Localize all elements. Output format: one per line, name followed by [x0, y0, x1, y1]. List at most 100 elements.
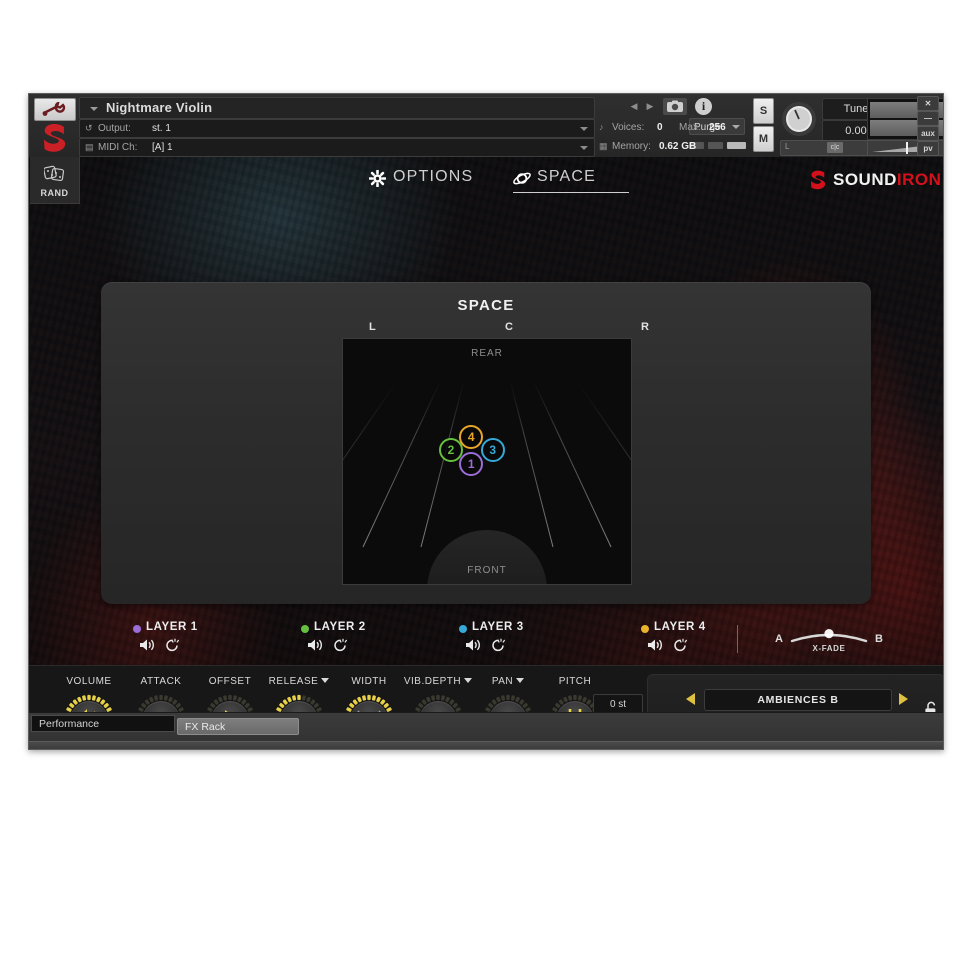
voices-value: 0 [657, 122, 663, 133]
close-icon[interactable]: ✕ [917, 96, 939, 111]
chevron-down-icon[interactable] [516, 678, 525, 683]
knob-label-text: WIDTH [351, 676, 387, 687]
layer-color-dot [133, 625, 141, 633]
midi-channel-field[interactable]: ▤ MIDI Ch: [A] 1 [79, 138, 595, 157]
prev-instrument-button[interactable]: ◀ [627, 99, 641, 114]
minimize-icon[interactable]: — [917, 111, 939, 126]
knob-glyph-attack-ramp-icon [133, 692, 189, 712]
next-bank-arrow-icon[interactable] [899, 693, 908, 705]
voices-icon: ♪ [599, 122, 604, 132]
prev-bank-arrow-icon[interactable] [686, 693, 695, 705]
max-label: Max: [679, 122, 701, 133]
memory-label: Memory: [612, 141, 651, 152]
window-controls: ✕ — aux pv [917, 96, 941, 156]
layer-label: LAYER 3 [472, 621, 524, 633]
layer-item-1[interactable]: LAYER 1 [133, 621, 313, 663]
layer-strip: LAYER 1 LAYER 2 LAYER 3 LAYER 4 A B X-FADE [29, 617, 943, 665]
layer-mute-icon[interactable] [139, 638, 157, 657]
active-tab-underline [513, 192, 629, 193]
knob-glyph-offset-play-icon [225, 710, 228, 712]
ambiences-panel: AMBIENCES B AMBIENCE 21 LAYER A NON [647, 674, 943, 712]
output-field[interactable]: ↺ Output: st. 1 [79, 119, 595, 138]
layer-item-2[interactable]: LAYER 2 [301, 621, 481, 663]
knob-label-text: ATTACK [140, 676, 182, 687]
top-nav-bar: RAND OPTIONS SPACE SOUNDIRON [29, 157, 943, 207]
tab-options-label: OPTIONS [393, 168, 474, 185]
chevron-down-icon[interactable] [90, 107, 98, 111]
pitch-value-display[interactable]: 0 st 0 ct [593, 694, 643, 712]
knob-offset[interactable] [202, 692, 258, 712]
xfade-label: X-FADE [812, 644, 846, 653]
knob-attack[interactable] [133, 692, 189, 712]
layer-icons [465, 638, 508, 657]
info-icon[interactable]: i [695, 98, 712, 115]
ambience-bank-row: AMBIENCES B [686, 689, 908, 711]
layer-purge-icon[interactable] [332, 638, 350, 657]
layer-mute-icon[interactable] [307, 638, 325, 657]
output-label: Output: [98, 123, 131, 134]
instrument-volume-knob[interactable] [780, 100, 818, 138]
xfade-curve[interactable] [790, 629, 868, 645]
midi-label: MIDI Ch: [98, 142, 138, 153]
mute-button[interactable]: M [753, 126, 774, 152]
next-instrument-button[interactable]: ▶ [643, 99, 657, 114]
knob-label-pan[interactable]: PAN [470, 676, 546, 687]
bottom-tab-bar: Performance FX Rack [29, 712, 943, 749]
instrument-name: Nightmare Violin [106, 100, 213, 115]
memory-icon: ▦ [599, 141, 608, 151]
midi-value: [A] 1 [152, 142, 173, 153]
knob-width[interactable] [341, 692, 397, 712]
space-panel-title: SPACE [457, 297, 515, 314]
tab-performance[interactable]: Performance [31, 715, 175, 732]
knob-vibdepth[interactable] [410, 692, 466, 712]
aux-button[interactable]: aux [917, 126, 939, 141]
wrench-icon[interactable] [34, 98, 76, 121]
knob-volume[interactable] [61, 692, 117, 712]
layer-purge-icon[interactable] [164, 638, 182, 657]
layer-label: LAYER 1 [146, 621, 198, 633]
performance-control-panel: VOLUME ATTACK OFFSET RELEASE WIDTH VIB.DEPTH P… [29, 665, 943, 712]
ambience-lock-icon[interactable] [924, 701, 938, 712]
snapshot-camera-icon[interactable] [663, 98, 687, 115]
view-tabs: OPTIONS SPACE [369, 166, 649, 198]
rear-label: REAR [471, 348, 503, 359]
layer-purge-icon[interactable] [490, 638, 508, 657]
instrument-ui-body: RAND OPTIONS SPACE SOUNDIRON SPACE L C R… [29, 157, 943, 712]
pan-center-indicator: c|c [827, 142, 843, 153]
knob-glyph-width-waves-icon [357, 710, 381, 712]
chevron-down-icon[interactable] [580, 127, 588, 131]
space-marker-4[interactable]: 4 [459, 425, 484, 449]
layer-purge-icon[interactable] [672, 638, 690, 657]
output-value: st. 1 [152, 123, 171, 134]
space-stage-grid[interactable]: REAR FRONT 1234 [342, 338, 632, 585]
knob-pan[interactable]: LR [480, 692, 536, 712]
space-panel: SPACE L C R REAR FRONT 1 2 3 4 [101, 282, 871, 604]
knob-glyph-vibrato-wave-icon [410, 692, 466, 712]
layer-mute-icon[interactable] [647, 638, 665, 657]
xfade-control[interactable]: A B X-FADE [771, 627, 887, 657]
output-icon: ↺ [85, 123, 93, 133]
space-marker-1[interactable]: 1 [459, 451, 484, 476]
layer-mute-icon[interactable] [465, 638, 483, 657]
instrument-name-field[interactable]: Nightmare Violin [79, 97, 595, 119]
memory-value: 0.62 GB [659, 141, 697, 152]
chevron-down-icon[interactable] [580, 146, 588, 150]
brand-name-iron: IRON [896, 170, 942, 189]
knob-label-text: VIB.DEPTH [403, 676, 462, 687]
midi-icon: ▤ [85, 142, 94, 152]
tab-fx-rack[interactable]: FX Rack [177, 718, 299, 735]
knob-label-text: VOLUME [66, 676, 112, 687]
knob-label-release[interactable]: RELEASE [261, 676, 337, 687]
knob-release[interactable] [271, 692, 327, 712]
pv-button[interactable]: pv [917, 141, 939, 156]
chevron-down-icon[interactable] [321, 678, 330, 683]
kontakt-plugin-window: Nightmare Violin ↺ Output: st. 1 ▤ MIDI … [28, 93, 944, 750]
layer-label: LAYER 2 [314, 621, 366, 633]
layer-item-3[interactable]: LAYER 3 [459, 621, 639, 663]
knob-label-text: PAN [491, 676, 514, 687]
knob-label-vibdepth[interactable]: VIB.DEPTH [400, 676, 476, 687]
solo-button[interactable]: S [753, 98, 774, 124]
knob-label-text: PITCH [558, 676, 592, 687]
ambience-bank-value[interactable]: AMBIENCES B [704, 689, 892, 711]
randomize-button[interactable]: RAND [30, 157, 80, 204]
